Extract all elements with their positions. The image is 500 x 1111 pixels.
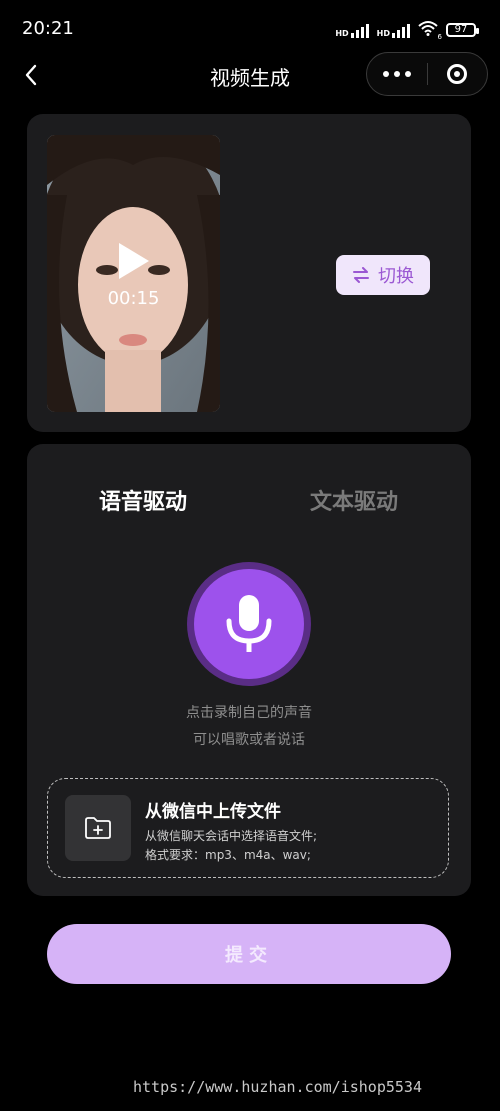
wifi-sub-label: 6 <box>437 33 442 41</box>
tab-voice-drive[interactable]: 语音驱动 <box>99 484 187 516</box>
close-button[interactable] <box>427 53 487 95</box>
battery-level: 97 <box>454 23 468 35</box>
status-time: 20:21 <box>22 18 74 39</box>
microphone-icon <box>226 595 272 652</box>
play-icon[interactable] <box>119 243 149 279</box>
mini-program-capsule <box>366 52 488 96</box>
record-hint-line1: 点击录制自己的声音 <box>186 705 312 721</box>
audio-card: 语音驱动 文本驱动 点击录制自己的声音 可以唱歌或者说话 从微信中上传文件 从微… <box>27 444 471 896</box>
upload-desc-line2: 格式要求：mp3、m4a、wav; <box>145 848 311 862</box>
switch-button[interactable]: 切换 <box>336 255 430 295</box>
tab-text-drive[interactable]: 文本驱动 <box>310 484 398 516</box>
record-hint-line2: 可以唱歌或者说话 <box>193 732 305 748</box>
network-label-2: HD <box>376 28 390 38</box>
watermark-text: https://www.huzhan.com/ishop5534 <box>133 1078 422 1096</box>
video-duration: 00:15 <box>107 288 160 309</box>
wechat-upload-area[interactable]: 从微信中上传文件 从微信聊天会话中选择语音文件; 格式要求：mp3、m4a、wa… <box>47 778 449 878</box>
video-card: 00:15 切换 <box>27 114 471 432</box>
signal-2-icon: HD <box>377 22 410 38</box>
more-button[interactable] <box>367 53 427 95</box>
submit-button[interactable]: 提交 <box>47 924 451 984</box>
video-thumbnail[interactable]: 00:15 <box>47 135 220 412</box>
network-label-1: HD <box>335 28 349 38</box>
signal-1-icon: HD <box>335 22 369 38</box>
switch-label: 切换 <box>378 266 414 287</box>
record-button-inner[interactable] <box>194 569 304 679</box>
more-dots-icon <box>382 71 389 77</box>
folder-add-icon <box>85 817 111 839</box>
record-button[interactable] <box>187 562 311 686</box>
upload-desc-line1: 从微信聊天会话中选择语音文件; <box>145 829 318 843</box>
status-icons: HD HD 6 97 <box>335 20 479 41</box>
swap-arrows-icon <box>353 267 369 283</box>
wifi-icon: 6 <box>418 20 442 41</box>
target-circle-icon <box>447 64 468 84</box>
upload-title: 从微信中上传文件 <box>145 802 281 822</box>
upload-icon-box <box>65 795 131 861</box>
nav-bar: 视频生成 <box>0 50 500 100</box>
battery-icon: 97 <box>446 22 479 37</box>
